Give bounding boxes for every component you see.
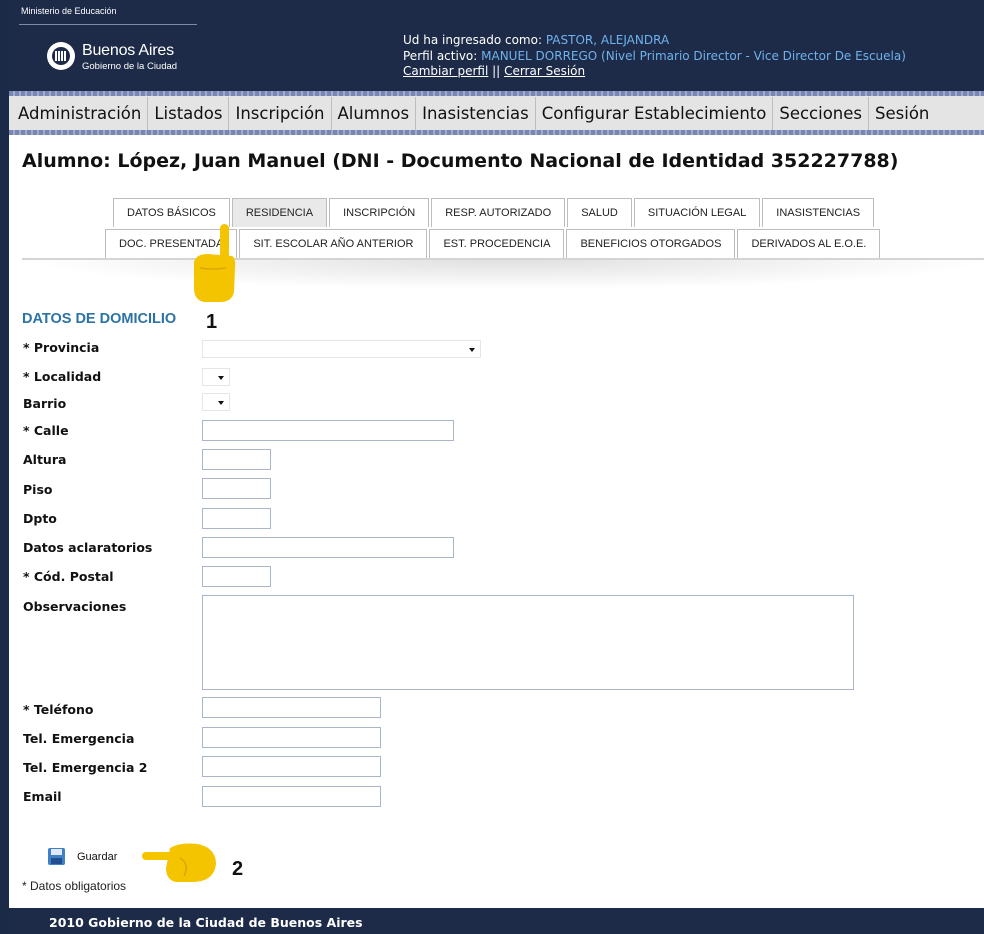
tab-situacion-legal[interactable]: SITUACIÓN LEGAL	[633, 198, 761, 227]
label-email: Email	[23, 789, 62, 804]
menu-item-inasistencias[interactable]: Inasistencias	[416, 97, 536, 130]
datos-aclaratorios-input[interactable]	[202, 537, 454, 558]
tab-residencia[interactable]: RESIDENCIA	[231, 198, 328, 227]
menu-item-configurar[interactable]: Configurar Establecimiento	[536, 97, 774, 130]
observaciones-textarea[interactable]	[202, 595, 854, 690]
tel-emergencia-2-input[interactable]	[202, 756, 381, 777]
save-label: Guardar	[77, 850, 118, 863]
header: Ministerio de Educación Buenos Aires Gob…	[9, 0, 984, 91]
tab-salud[interactable]: SALUD	[567, 198, 632, 227]
user-info: Ud ha ingresado como: PASTOR, ALEJANDRA …	[403, 33, 906, 80]
menu-item-listados[interactable]: Listados	[148, 97, 230, 130]
marker-2: 2	[232, 858, 244, 880]
label-provincia: * Provincia	[23, 340, 100, 355]
piso-input[interactable]	[202, 478, 271, 499]
link-separator: ||	[492, 64, 501, 78]
logo-title: Buenos Aires	[82, 42, 174, 59]
logged-in-user: PASTOR, ALEJANDRA	[545, 33, 670, 47]
profile-value: MANUEL DORREGO (Nivel Primario Director …	[481, 48, 906, 63]
cod-postal-input[interactable]	[202, 566, 271, 587]
provincia-select[interactable]	[202, 340, 481, 358]
chevron-down-icon	[218, 401, 224, 405]
tab-beneficios[interactable]: BENEFICIOS OTORGADOS	[566, 229, 736, 258]
chevron-down-icon	[218, 376, 224, 380]
pointing-hand-icon	[142, 843, 216, 882]
menu-item-inscripcion[interactable]: Inscripción	[229, 97, 332, 130]
menu-item-secciones[interactable]: Secciones	[773, 97, 870, 130]
email-input[interactable]	[202, 786, 381, 807]
left-border	[0, 0, 9, 934]
change-profile-link[interactable]: Cambiar perfil	[403, 64, 488, 78]
ministry-label: Ministerio de Educación	[21, 6, 117, 16]
label-piso: Piso	[23, 482, 53, 497]
footer: 2010 Gobierno de la Ciudad de Buenos Air…	[9, 908, 984, 934]
label-cod-postal: * Cód. Postal	[23, 569, 114, 584]
tab-inscripcion[interactable]: INSCRIPCIÓN	[329, 198, 430, 227]
menu-item-sesion[interactable]: Sesión	[869, 97, 935, 130]
save-button[interactable]: Guardar	[48, 848, 117, 865]
barrio-select[interactable]	[202, 393, 230, 411]
tab-inasistencias[interactable]: INASISTENCIAS	[762, 198, 875, 227]
profile-label: Perfil activo:	[403, 48, 478, 63]
pointing-hand-icon	[194, 224, 236, 302]
label-dpto: Dpto	[23, 511, 57, 526]
logout-link[interactable]: Cerrar Sesión	[504, 64, 585, 78]
floppy-disk-icon	[48, 848, 65, 865]
calle-input[interactable]	[202, 420, 454, 441]
logo-subtitle: Gobierno de la Ciudad	[82, 61, 178, 72]
logged-in-label: Ud ha ingresado como:	[403, 33, 542, 47]
marker-1: 1	[206, 311, 218, 333]
label-tel-emergencia-2: Tel. Emergencia 2	[23, 760, 148, 775]
tel-emergencia-input[interactable]	[202, 727, 381, 748]
ba-logo-icon	[47, 42, 75, 70]
label-localidad: * Localidad	[23, 369, 102, 384]
tab-resp-autorizado[interactable]: RESP. AUTORIZADO	[431, 198, 566, 227]
required-fields-note: * Datos obligatorios	[22, 879, 127, 893]
label-altura: Altura	[23, 452, 67, 467]
menu-border-top	[9, 91, 984, 96]
label-barrio: Barrio	[23, 396, 67, 411]
tabs-shadow	[22, 260, 984, 290]
label-telefono: * Teléfono	[23, 702, 94, 717]
page-title: Alumno: López, Juan Manuel (DNI - Docume…	[22, 150, 899, 172]
telefono-input[interactable]	[202, 697, 381, 718]
main-menu: Administración Listados Inscripción Alum…	[9, 91, 984, 135]
chevron-down-icon	[469, 348, 475, 352]
menu-item-administracion[interactable]: Administración	[9, 97, 149, 130]
altura-input[interactable]	[202, 449, 271, 470]
label-calle: * Calle	[23, 423, 69, 438]
label-observaciones: Observaciones	[23, 599, 127, 614]
dpto-input[interactable]	[202, 508, 271, 529]
localidad-select[interactable]	[202, 368, 230, 386]
tab-est-procedencia[interactable]: EST. PROCEDENCIA	[429, 229, 565, 258]
menu-border-bottom	[9, 130, 984, 135]
tab-derivados[interactable]: DERIVADOS AL E.O.E.	[737, 229, 881, 258]
tab-sit-escolar[interactable]: SIT. ESCOLAR AÑO ANTERIOR	[239, 229, 428, 258]
logo-divider	[19, 24, 197, 25]
footer-text: 2010 Gobierno de la Ciudad de Buenos Air…	[49, 915, 363, 930]
label-datos-aclaratorios: Datos aclaratorios	[23, 540, 153, 555]
menu-item-alumnos[interactable]: Alumnos	[332, 97, 417, 130]
section-title: DATOS DE DOMICILIO	[22, 311, 177, 327]
label-tel-emergencia: Tel. Emergencia	[23, 731, 135, 746]
